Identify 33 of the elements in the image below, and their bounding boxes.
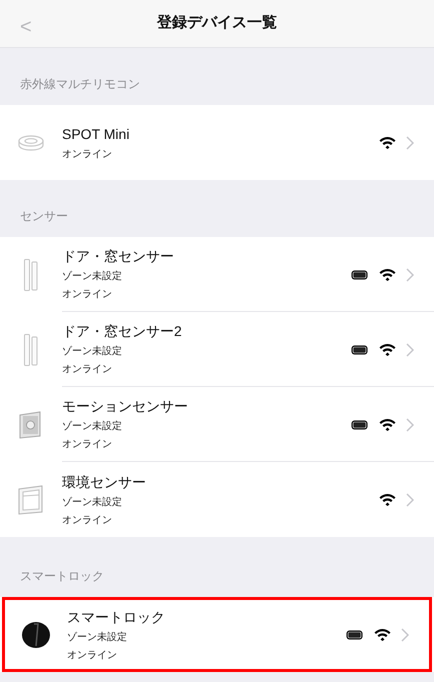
device-name: SPOT Mini [62,124,130,144]
status-text: オンライン [67,648,117,662]
chevron-icon [406,268,414,282]
section-label: センサー [20,208,68,225]
status-text: オンライン [62,288,112,302]
section-label: 赤外線マルチリモコン [20,76,140,93]
status-text: オンライン [62,514,112,528]
chevron-icon [406,342,414,356]
status-text: オンライン [62,438,112,452]
door-sensor-icon [24,334,38,366]
zone-text: ゾーン未設定 [62,496,122,510]
status-text: オンライン [62,363,112,377]
chevron-icon [406,492,414,506]
zone-text: ゾーン未設定 [62,345,122,359]
puck-device-icon [18,134,44,152]
screen-title: 登録デバイス一覧 [157,13,277,34]
chevron-icon [406,418,414,432]
device-name: スマートロック [67,608,165,626]
device-name: ドア・窓センサー [62,247,174,266]
zone-text: ゾーン未設定 [62,420,122,434]
device-row[interactable]: スマートロック ゾーン未設定 オンライン [2,597,432,672]
zone-text: ゾーン未設定 [67,630,127,644]
status-text: オンライン [62,148,112,162]
environment-sensor-icon [18,484,44,514]
chevron-icon [401,628,409,642]
door-sensor-icon [24,258,38,290]
zone-text: ゾーン未設定 [62,270,122,284]
chevron-icon [406,136,414,150]
lock-device-icon [21,620,51,648]
section-label: スマートロック [20,568,104,585]
device-name: ドア・窓センサー2 [62,322,182,341]
device-name: 環境センサー [62,472,146,492]
device-name: モーションセンサー [62,397,188,416]
